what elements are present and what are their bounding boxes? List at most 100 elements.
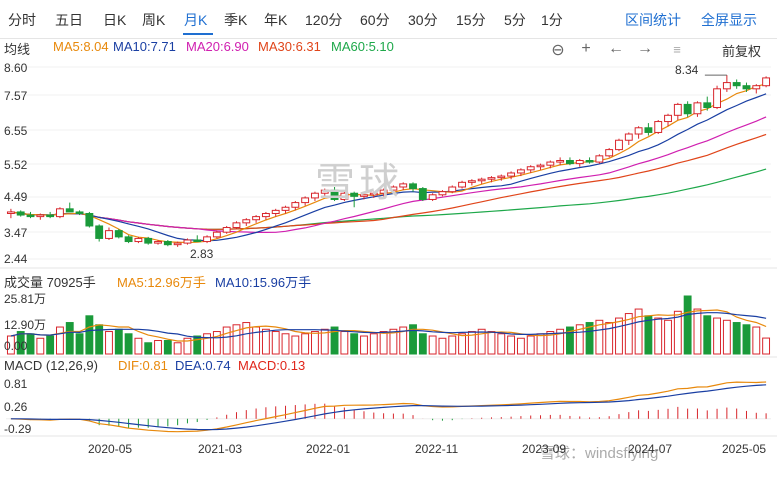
candle-body	[536, 164, 545, 168]
volume-bar	[752, 326, 761, 355]
volume-bar	[536, 333, 545, 355]
volume-bar	[311, 331, 319, 355]
candle-body	[722, 82, 731, 90]
volume-bar	[134, 337, 143, 355]
candle-body	[242, 219, 251, 224]
candle-body	[605, 149, 614, 157]
volume-bar	[742, 324, 751, 355]
macd-legend-title: MACD (12,26,9)	[4, 358, 98, 373]
macd-tick: 0.81	[4, 377, 28, 391]
x-tick: 2025-05	[722, 442, 767, 456]
candle-body	[154, 241, 162, 244]
volume-bar	[654, 317, 663, 355]
candle-body	[271, 209, 280, 214]
kline-chart	[0, 66, 777, 437]
candle-body	[516, 169, 525, 174]
dea-line	[10, 384, 767, 431]
candle-body	[183, 239, 192, 244]
volume-bar	[65, 322, 74, 355]
candle-body	[291, 202, 300, 208]
volume-bar	[252, 326, 261, 355]
candle-body	[487, 177, 496, 180]
volume-bar	[105, 331, 113, 355]
dea-legend: DEA:0.74	[175, 358, 231, 373]
macd-tick: -0.29	[4, 422, 32, 436]
x-tick: 2023-09	[522, 442, 567, 456]
volume-bar	[154, 340, 162, 355]
volume-bar	[664, 319, 672, 355]
volume-bar	[360, 335, 368, 355]
candle-body	[193, 239, 202, 243]
candle-body	[752, 85, 761, 90]
candle-body	[654, 121, 663, 133]
price-tick: 6.55	[4, 124, 28, 138]
candle-body	[556, 160, 565, 163]
candle-body	[477, 178, 486, 182]
candle-body	[6, 211, 15, 214]
candle-body	[546, 161, 555, 166]
volume-bar	[379, 331, 388, 355]
candle-body	[26, 214, 35, 218]
volume-bar	[762, 337, 771, 355]
candle-body	[163, 241, 172, 246]
dif-legend: DIF:0.81	[118, 358, 168, 373]
volume-bar	[203, 333, 211, 355]
volume-bar	[85, 315, 94, 355]
volume-bar	[418, 333, 427, 355]
volume-bar	[261, 328, 270, 355]
volume-bar	[46, 335, 55, 355]
volume-bar	[732, 322, 741, 355]
candle-body	[16, 211, 25, 216]
price-low-label: 2.83	[190, 247, 214, 261]
candle-body	[497, 175, 506, 179]
candle-body	[114, 230, 123, 238]
candle-body	[75, 211, 84, 214]
candle-body	[742, 85, 751, 90]
price-high-label: 8.34	[675, 63, 699, 77]
candle-body	[713, 88, 721, 109]
price-tick: 4.49	[4, 190, 28, 204]
candle-body	[56, 208, 64, 218]
x-tick: 2024-07	[628, 442, 673, 456]
price-tick: 5.52	[4, 158, 28, 172]
candle-body	[261, 212, 270, 218]
x-tick: 2022-11	[415, 442, 459, 456]
candle-body	[438, 191, 447, 196]
volume-bar	[56, 326, 64, 355]
candle-body	[409, 183, 417, 190]
candle-body	[575, 160, 584, 165]
candle-body	[458, 181, 466, 188]
candle-body	[624, 133, 633, 141]
candle-body	[664, 114, 672, 123]
volume-bar	[95, 324, 104, 355]
watermark-logo-text: 雪球	[315, 161, 403, 205]
candle-body	[232, 222, 241, 229]
volume-bar	[114, 328, 123, 355]
volume-bar	[713, 317, 721, 355]
volume-bar	[634, 308, 643, 355]
volume-bar	[703, 315, 712, 355]
candle-body	[301, 197, 310, 204]
candle-body	[203, 236, 211, 243]
volume-bar	[369, 333, 378, 355]
x-tick: 2020-05	[88, 442, 133, 456]
volume-ma10-line	[10, 312, 767, 339]
volume-bar	[448, 335, 457, 355]
candle-body	[595, 155, 604, 163]
candle-body	[683, 103, 692, 115]
volume-ma5-line	[10, 309, 767, 342]
volume-bar	[487, 331, 496, 355]
volume-bar	[458, 333, 466, 355]
candle-body	[46, 214, 55, 218]
volume-legend-title: 成交量 70925手	[4, 275, 96, 290]
candle-body	[65, 208, 74, 213]
volume-bar	[526, 335, 535, 355]
candle-body	[134, 237, 143, 243]
volume-bar	[124, 333, 133, 355]
volume-bar	[428, 335, 437, 355]
candle-body	[418, 188, 427, 200]
volume-bar	[163, 340, 172, 355]
volume-tick: 12.90万	[4, 318, 47, 332]
volume-bar	[438, 337, 447, 355]
candle-body	[693, 102, 702, 115]
